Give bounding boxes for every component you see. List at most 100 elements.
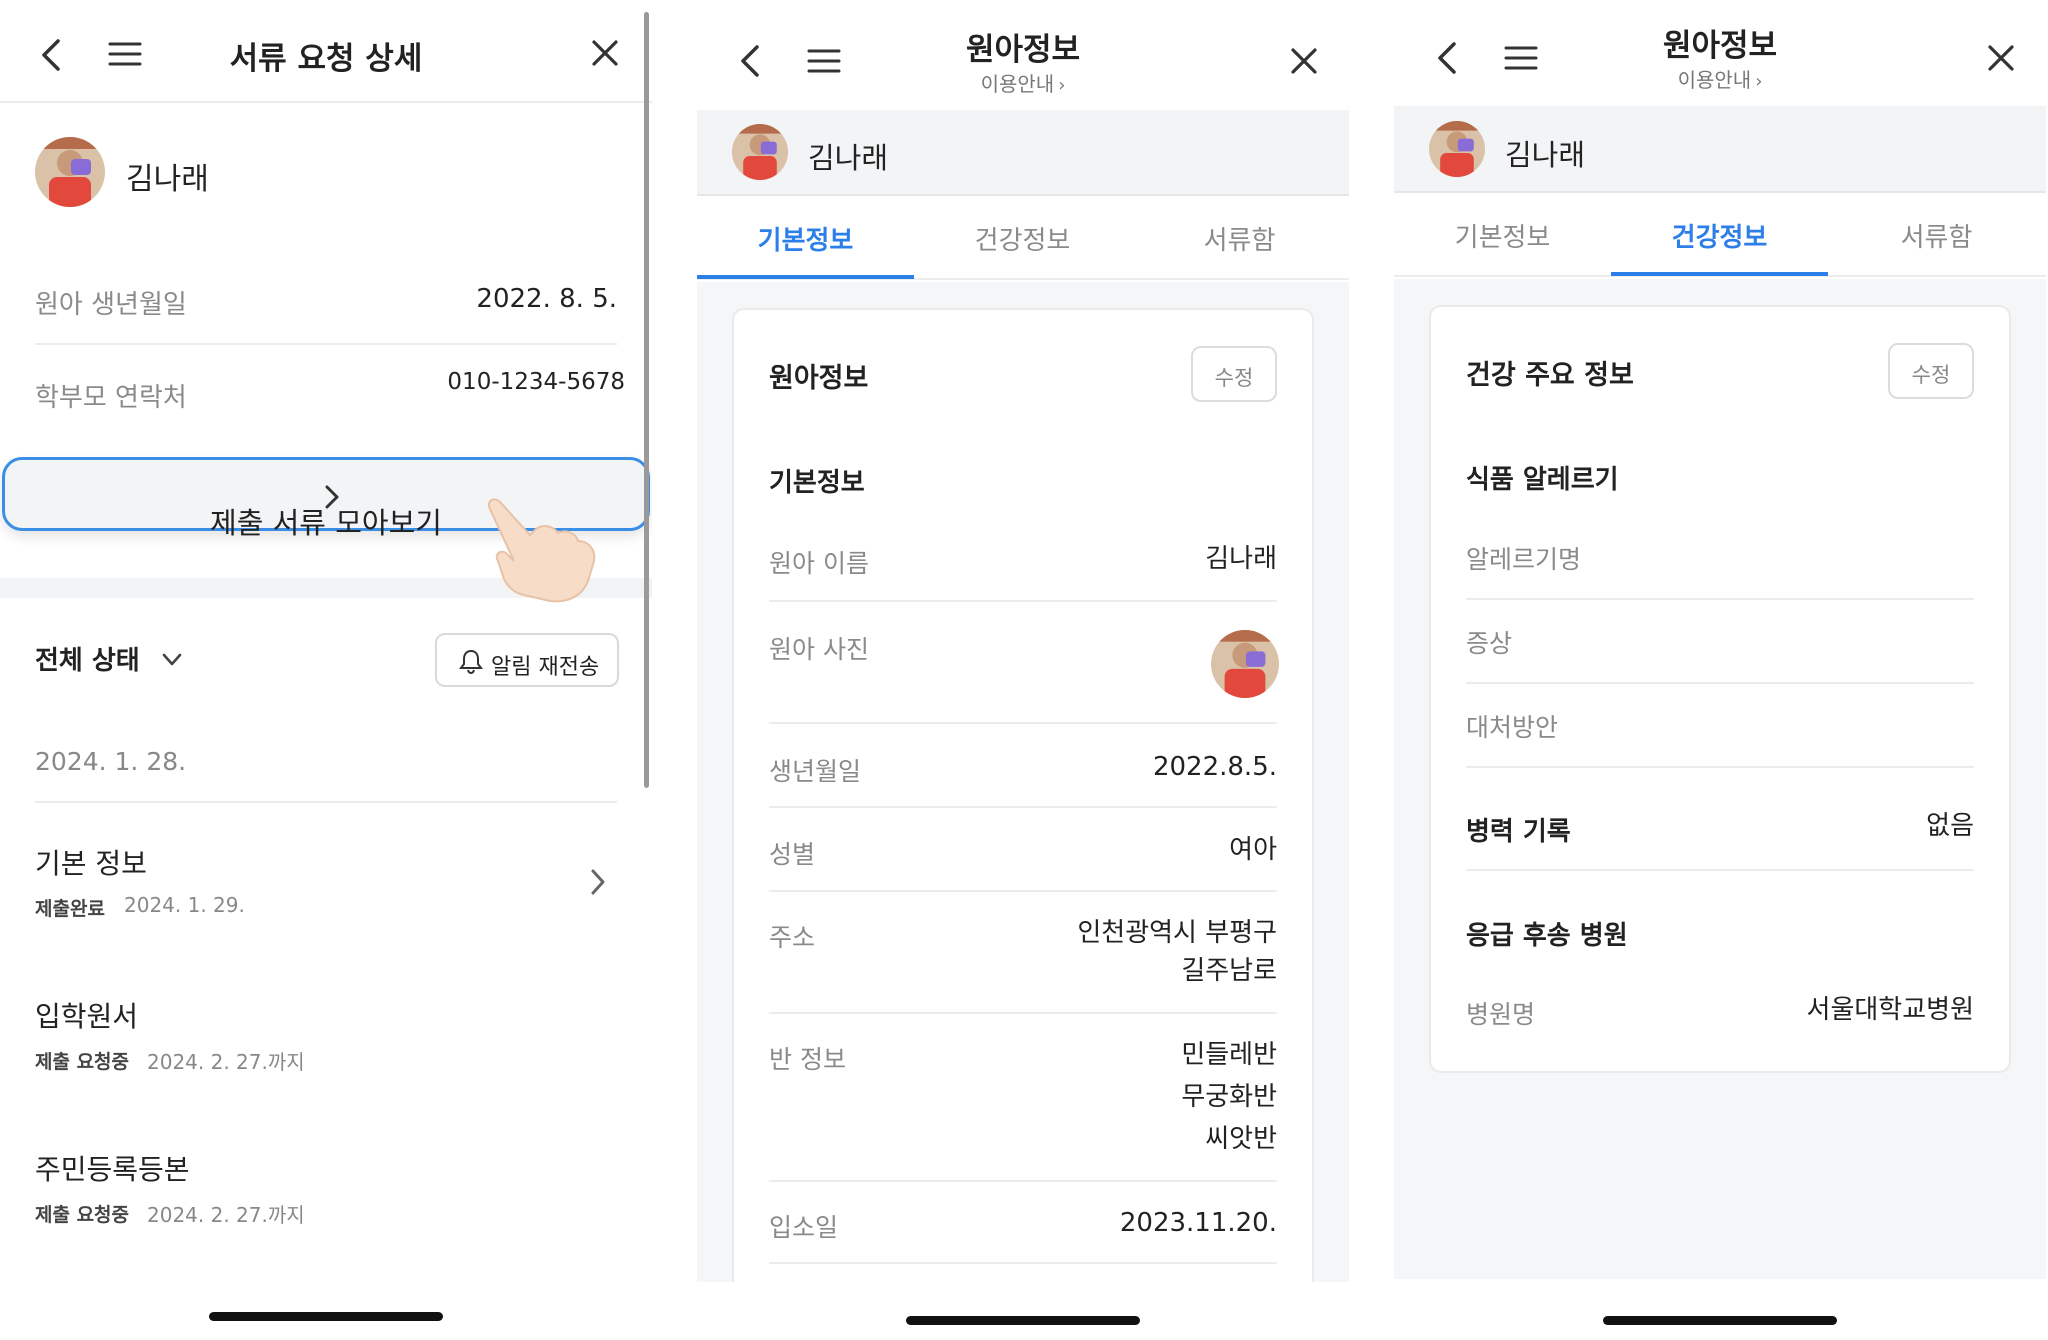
- child-profile-bar: 김나래: [697, 110, 1349, 196]
- divider: [769, 722, 1277, 724]
- guide-link-label: 이용안내: [1677, 68, 1752, 92]
- divider: [769, 1180, 1277, 1182]
- entry-label: 입소일: [769, 1213, 839, 1242]
- guide-link[interactable]: 이용안내 ›: [697, 68, 1349, 97]
- child-info-health-screen: 원아정보 이용안내 › 김나래 기본정보 건강정보 서류함 건강 주요 정보 수정…: [1394, 0, 2046, 1340]
- scrollbar[interactable]: [644, 12, 649, 788]
- guide-link[interactable]: 이용안내 ›: [1394, 64, 2046, 93]
- active-tab-indicator: [697, 275, 914, 279]
- avatar: [732, 124, 788, 180]
- document-status: 제출 요청중: [35, 1204, 130, 1226]
- document-status: 제출완료: [35, 898, 105, 920]
- active-tab-indicator: [1611, 272, 1828, 276]
- class-line3: 씨앗반: [1205, 1124, 1277, 1154]
- hospital-label: 병원명: [1466, 1000, 1536, 1029]
- page-title: 원아정보: [965, 32, 1081, 68]
- close-icon[interactable]: [590, 38, 620, 68]
- overall-status-dropdown[interactable]: 전체 상태: [35, 640, 183, 677]
- card-title: 원아정보: [769, 363, 869, 394]
- document-title: 주민등록등본: [35, 1153, 190, 1186]
- document-status: 제출 요청중: [35, 1051, 130, 1073]
- bell-icon: [459, 649, 483, 674]
- divider: [769, 890, 1277, 892]
- divider: [1466, 598, 1974, 600]
- chevron-right-icon: ›: [1755, 71, 1763, 92]
- divider: [769, 600, 1277, 602]
- child-info-card: 원아정보 수정 기본정보 원아 이름 김나래 원아 사진 생년월일 2022.8…: [732, 308, 1314, 1308]
- card-title: 건강 주요 정보: [1466, 360, 1634, 391]
- divider: [769, 1262, 1277, 1264]
- history-value: 없음: [1926, 811, 1974, 841]
- resend-notification-button[interactable]: 알림 재전송: [435, 633, 619, 687]
- entry-value: 2023.11.20.: [1119, 1208, 1277, 1238]
- birth-label: 원아 생년월일: [35, 290, 187, 320]
- status-label: 전체 상태: [35, 646, 140, 676]
- symptom-label: 증상: [1466, 629, 1513, 658]
- tab-documents[interactable]: 서류함: [1828, 217, 2045, 254]
- gender-label: 성별: [769, 840, 816, 869]
- document-date: 2024. 2. 27.까지: [147, 1050, 305, 1074]
- home-indicator: [209, 1312, 443, 1321]
- resend-label: 알림 재전송: [491, 655, 600, 680]
- child-info-basic-screen: 원아정보 이용안내 › 김나래 기본정보 건강정보 서류함 원아정보 수정 기본정…: [697, 0, 1349, 1340]
- child-name: 김나래: [808, 141, 889, 175]
- home-indicator: [1603, 1316, 1837, 1325]
- close-icon[interactable]: [1289, 46, 1319, 76]
- bottom-area: [697, 1282, 1349, 1340]
- page-title: 원아정보: [1662, 28, 1778, 64]
- close-icon[interactable]: [1986, 43, 2016, 73]
- name-label: 원아 이름: [769, 549, 869, 578]
- document-title: 입학원서: [35, 1000, 139, 1033]
- health-info-card: 건강 주요 정보 수정 식품 알레르기 알레르기명 증상 대처방안 병력 기록 …: [1429, 305, 2011, 1073]
- child-name: 김나래: [126, 162, 209, 197]
- allergy-name-label: 알레르기명: [1466, 545, 1582, 574]
- section-title: 응급 후송 병원: [1466, 921, 1628, 951]
- photo-label: 원아 사진: [769, 635, 869, 664]
- tab-health-info[interactable]: 건강정보: [914, 220, 1131, 257]
- tab-health-info[interactable]: 건강정보: [1611, 217, 1828, 254]
- list-item[interactable]: 입학원서 제출 요청중 2024. 2. 27.까지: [0, 985, 652, 1095]
- chevron-right-icon: ›: [1058, 75, 1066, 96]
- remedy-label: 대처방안: [1466, 713, 1559, 742]
- tab-basic-info[interactable]: 기본정보: [697, 220, 914, 257]
- chevron-down-icon: [162, 653, 182, 666]
- tab-bar: 기본정보 건강정보 서류함: [697, 196, 1349, 280]
- birth-value: 2022.8.5.: [1152, 752, 1277, 782]
- divider: [1466, 869, 1974, 871]
- divider: [1466, 682, 1974, 684]
- edit-label: 수정: [1911, 363, 1951, 387]
- child-photo: [1211, 630, 1279, 698]
- document-date: 2024. 1. 29.: [124, 893, 245, 917]
- address-line1: 인천광역시 부평구: [1077, 918, 1277, 948]
- edit-button[interactable]: 수정: [1888, 343, 1974, 399]
- history-label: 병력 기록: [1466, 817, 1571, 847]
- contact-label: 학부모 연락처: [35, 383, 187, 413]
- class-line2: 무궁화반: [1181, 1082, 1277, 1112]
- edit-button[interactable]: 수정: [1191, 346, 1277, 402]
- address-label: 주소: [769, 923, 816, 952]
- tab-bar: 기본정보 건강정보 서류함: [1394, 193, 2046, 277]
- edit-label: 수정: [1214, 366, 1254, 390]
- child-name: 김나래: [1505, 138, 1586, 172]
- birth-label: 생년월일: [769, 757, 862, 786]
- child-profile-bar: 김나래: [1394, 106, 2046, 193]
- tab-documents[interactable]: 서류함: [1131, 220, 1348, 257]
- list-item[interactable]: 기본 정보 제출완료 2024. 1. 29.: [0, 830, 652, 940]
- divider: [769, 806, 1277, 808]
- name-value: 김나래: [1205, 544, 1277, 574]
- divider: [35, 343, 617, 345]
- class-line1: 민들레반: [1181, 1040, 1277, 1070]
- birth-value: 2022. 8. 5.: [476, 284, 617, 314]
- section-title: 기본정보: [769, 468, 865, 498]
- chevron-right-icon: [591, 869, 605, 895]
- home-indicator: [906, 1316, 1140, 1325]
- divider: [769, 1012, 1277, 1014]
- document-date: 2024. 2. 27.까지: [147, 1203, 305, 1227]
- address-line2: 길주남로: [1181, 956, 1277, 986]
- top-bar: 원아정보 이용안내 ›: [697, 0, 1349, 110]
- document-request-screen: 서류 요청 상세 김나래 원아 생년월일 2022. 8. 5. 학부모 연락처…: [0, 0, 652, 1340]
- pointer-hand-icon: [488, 498, 596, 603]
- tab-basic-info[interactable]: 기본정보: [1394, 217, 1611, 254]
- list-item[interactable]: 주민등록등본 제출 요청중 2024. 2. 27.까지: [0, 1138, 652, 1248]
- bottom-area: [1394, 1279, 2046, 1340]
